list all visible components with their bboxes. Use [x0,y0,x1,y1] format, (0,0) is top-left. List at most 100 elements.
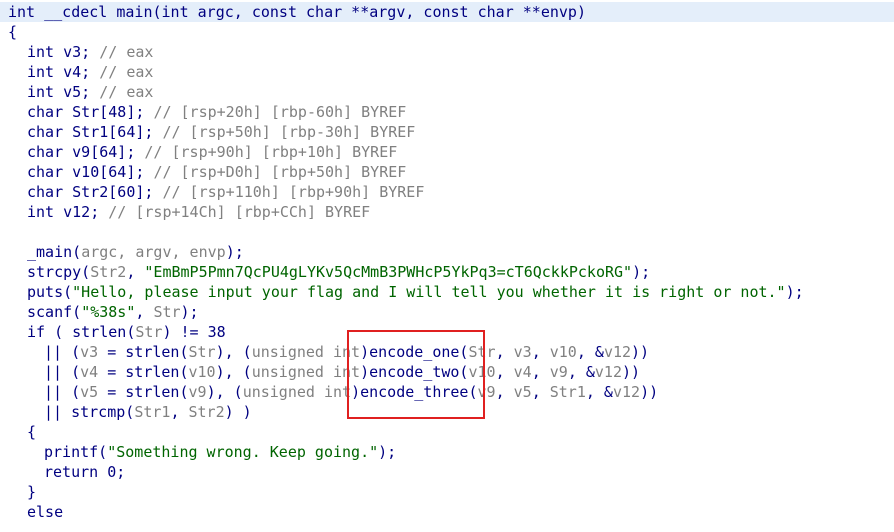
code-text: int v4; // eax [27,62,153,82]
code-token: ); [785,283,804,301]
code-token: )encode_three( [351,383,478,401]
code-token: , [495,383,514,401]
code-token: v9 [188,383,207,401]
code-token: v3 [80,343,99,361]
code-text: scanf("%38s", Str); [27,302,199,322]
code-text: return 0; [44,462,125,482]
code-token: // [rsp+D0h] [rbp+50h] BYREF [153,163,407,181]
code-text: || (v4 = strlen(v10), (unsigned int)enco… [44,362,640,382]
code-token: , [531,343,550,361]
code-token: ); [378,443,397,461]
code-token: v3 [513,343,532,361]
code-token: // [rsp+14Ch] [rbp+CCh] BYREF [108,203,371,221]
code-token: // [rsp+90h] [rbp+10h] BYREF [144,143,398,161]
code-token: , & [585,383,613,401]
code-token: Str1 [134,403,171,421]
code-token: )encode_one( [360,343,469,361]
code-token: ), ( [215,343,252,361]
code-token: int v3; [27,43,100,61]
code-token: Str [468,343,496,361]
code-text: if ( strlen(Str) != 38 [27,322,226,342]
code-token: // [rsp+110h] [rbp+90h] BYREF [162,183,425,201]
code-token: , [531,383,550,401]
code-token: char Str[48]; [27,103,154,121]
code-text: int v3; // eax [27,42,153,62]
code-token: ) != 38 [162,323,226,341]
code-token: Str2 [188,403,225,421]
code-token: , & [567,363,595,381]
code-line[interactable]: int __cdecl main(int argc, const char **… [0,2,894,22]
code-token: ) ) [224,403,252,421]
code-token: int v4; [27,63,100,81]
code-text: || (v5 = strlen(v9), (unsigned int)encod… [44,382,658,402]
code-token: "Something wrong. Keep going." [107,443,379,461]
code-token: v5 [513,383,532,401]
code-token: , [495,343,514,361]
code-text: strcpy(Str2, "EmBmP5Pmn7QcPU4gLYKv5QcMmB… [27,262,650,282]
code-token: return 0; [44,463,126,481]
code-token: v5 [80,383,99,401]
code-text: { [8,22,17,42]
code-text: int __cdecl main(int argc, const char **… [8,2,586,22]
code-text: char Str2[60]; // [rsp+110h] [rbp+90h] B… [27,182,424,202]
code-text: _main(argc, argv, envp); [27,242,244,262]
code-token: else [27,503,64,521]
code-token: char v10[64]; [27,163,154,181]
code-token: , [126,263,145,281]
code-token: unsigned int [242,383,352,401]
code-text: char v9[64]; // [rsp+90h] [rbp+10h] BYRE… [27,142,397,162]
code-text: int v5; // eax [27,82,153,102]
code-token: v4 [80,363,99,381]
code-token: v12 [594,363,622,381]
code-token: , & [576,343,604,361]
code-token: argc, argv, envp [81,243,226,261]
code-token: Str1 [549,383,586,401]
code-token: )encode_two( [360,363,469,381]
code-token: , [170,403,189,421]
code-token: v12 [603,343,632,361]
code-token: int __cdecl main(int argc, const char **… [8,3,586,21]
code-token: } [27,483,37,501]
code-token: = strlen( [98,363,189,381]
code-text: char v10[64]; // [rsp+D0h] [rbp+50h] BYR… [27,162,406,182]
code-token: ), ( [215,363,252,381]
code-token: || ( [44,363,81,381]
code-token: )) [640,383,659,401]
code-token: ); [632,263,651,281]
code-token: )) [631,343,650,361]
code-token: printf( [44,443,108,461]
code-token: v10 [468,363,496,381]
code-token: char v9[64]; [27,143,145,161]
code-token: char Str2[60]; [27,183,163,201]
code-text: char Str[48]; // [rsp+20h] [rbp-60h] BYR… [27,102,406,122]
code-token: { [8,23,18,41]
code-token: Str [153,303,181,321]
code-token: ), ( [206,383,243,401]
code-text: || strcmp(Str1, Str2) ) [44,402,252,422]
code-token: int v5; [27,83,100,101]
code-token: Str [135,323,163,341]
code-token: puts( [27,283,73,301]
code-text: puts("Hello, please input your flag and … [27,282,804,302]
code-token: if ( strlen( [27,323,136,341]
code-text: printf("Something wrong. Keep going."); [44,442,396,462]
code-token: v12 [612,383,641,401]
code-token: , [135,303,154,321]
code-text: { [27,422,36,442]
code-token: strcpy( [27,263,91,281]
code-token: || ( [44,343,81,361]
code-token: char Str1[64]; [27,123,163,141]
code-token: // eax [99,43,154,61]
code-token: v9 [549,363,568,381]
code-token: // [rsp+50h] [rbp-30h] BYREF [162,123,416,141]
code-token: "Hello, please input your flag and I wil… [72,283,786,301]
code-token: int v12; [27,203,109,221]
code-token: scanf( [27,303,82,321]
pseudocode-view[interactable]: int __cdecl main(int argc, const char **… [0,0,894,532]
code-token: v10 [549,343,577,361]
code-token: = strlen( [98,343,189,361]
code-token: { [27,423,37,441]
code-token: )) [622,363,641,381]
code-token: ); [225,243,244,261]
code-token: Str2 [90,263,127,281]
